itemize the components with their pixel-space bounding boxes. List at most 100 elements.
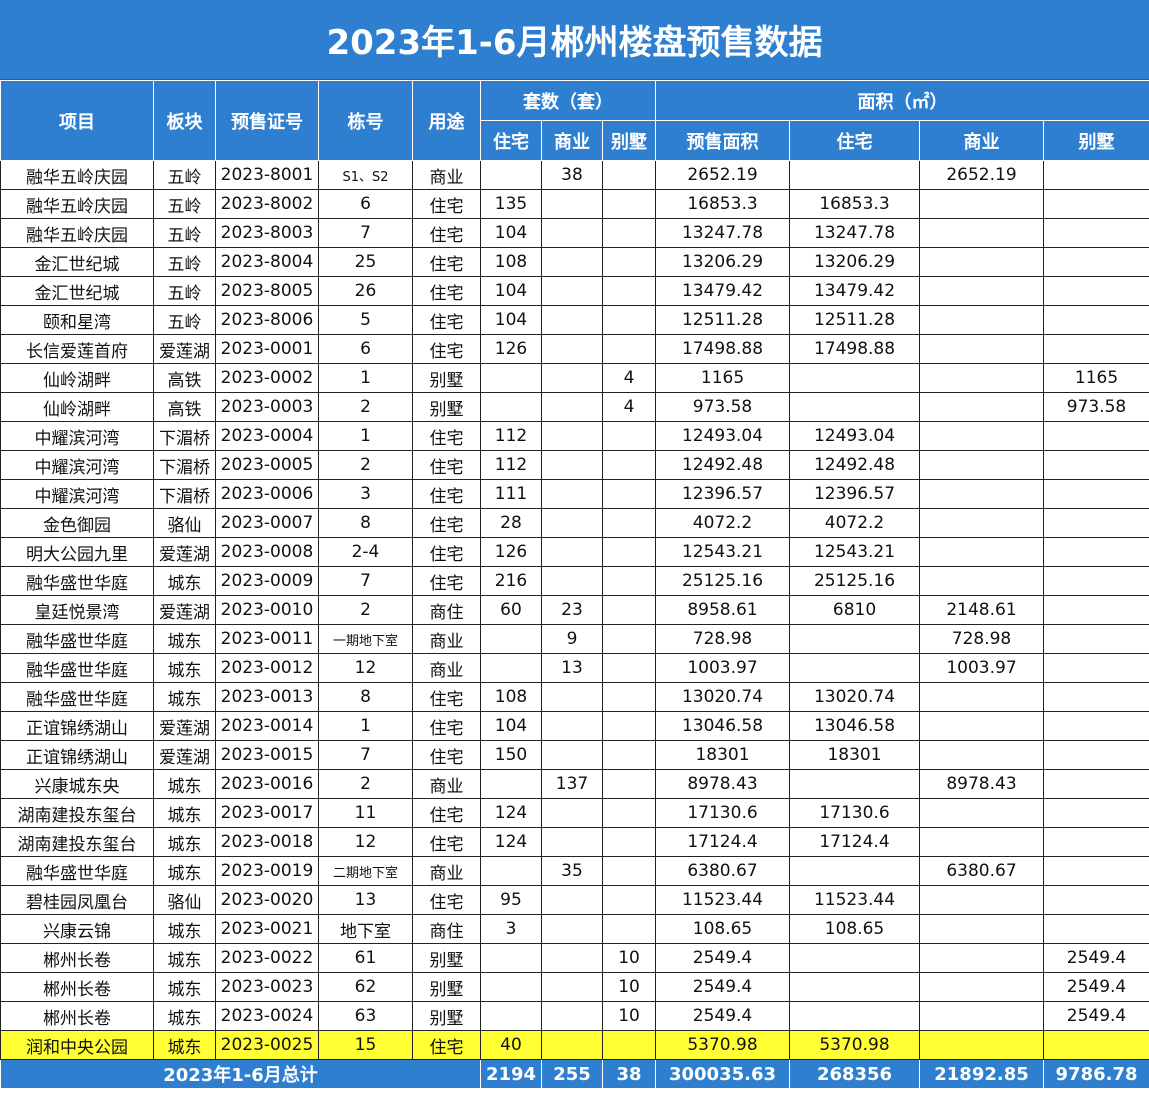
cell-area-com — [919, 914, 1045, 944]
cell-units-com — [541, 972, 603, 1002]
cell-area-villa — [1043, 508, 1149, 538]
cell-area-res: 25125.16 — [789, 566, 921, 596]
cell-permit: 2023-0005 — [215, 450, 319, 480]
cell-units-res — [480, 392, 542, 422]
table-row: 金汇世纪城 五岭 2023-8004 25 住宅 108 13206.29 13206.29 — [0, 247, 1149, 277]
cell-building: 26 — [318, 276, 413, 306]
table-row: 金汇世纪城 五岭 2023-8005 26 住宅 104 13479.42 13479.42 — [0, 276, 1149, 306]
header-area-res: 住宅 — [789, 120, 921, 161]
cell-units-com — [541, 827, 603, 857]
cell-area-res — [789, 856, 921, 886]
cell-building: 61 — [318, 943, 413, 973]
table-row: 金色御园 骆仙 2023-0007 8 住宅 28 4072.2 4072.2 — [0, 508, 1149, 538]
cell-area-res: 108.65 — [789, 914, 921, 944]
cell-area-presale: 12396.57 — [655, 479, 791, 509]
table-row: 融华盛世华庭 城东 2023-0009 7 住宅 216 25125.16 25125.16 — [0, 566, 1149, 596]
total-label: 2023年1-6月总计 — [0, 1059, 481, 1089]
cell-area-villa: 1165 — [1043, 363, 1149, 393]
cell-area-presale: 13479.42 — [655, 276, 791, 306]
header-block: 板块 — [153, 80, 216, 161]
cell-units-res — [480, 653, 542, 683]
cell-block: 城东 — [153, 682, 216, 712]
cell-project: 融华盛世华庭 — [0, 682, 154, 712]
cell-units-villa — [601, 160, 657, 190]
cell-area-villa — [1043, 247, 1149, 277]
cell-building: 2 — [318, 769, 413, 799]
table-row: 长信爱莲首府 爱莲湖 2023-0001 6 住宅 126 17498.88 17498.88 — [0, 334, 1149, 364]
cell-area-com — [919, 1030, 1045, 1060]
cell-permit: 2023-8002 — [215, 189, 319, 219]
cell-area-com — [919, 508, 1045, 538]
cell-units-villa — [601, 189, 657, 219]
cell-units-com — [541, 450, 603, 480]
cell-project: 金汇世纪城 — [0, 276, 154, 306]
total-units-villa: 38 — [601, 1059, 657, 1089]
cell-area-presale: 12492.48 — [655, 450, 791, 480]
cell-units-com: 38 — [541, 160, 603, 190]
cell-units-villa — [601, 247, 657, 277]
cell-block: 五岭 — [153, 189, 216, 219]
cell-usage: 住宅 — [412, 740, 481, 770]
table-row: 兴康城东央 城东 2023-0016 2 商业 137 8978.43 8978.43 — [0, 769, 1149, 799]
cell-project: 融华五岭庆园 — [0, 189, 154, 219]
cell-area-com: 6380.67 — [919, 856, 1045, 886]
cell-project: 颐和星湾 — [0, 305, 154, 335]
cell-block: 五岭 — [153, 160, 216, 190]
cell-area-res: 13206.29 — [789, 247, 921, 277]
cell-project: 融华盛世华庭 — [0, 624, 154, 654]
cell-area-presale: 17130.6 — [655, 798, 791, 828]
cell-project: 融华五岭庆园 — [0, 160, 154, 190]
cell-block: 五岭 — [153, 218, 216, 248]
cell-block: 爱莲湖 — [153, 334, 216, 364]
cell-area-res: 17498.88 — [789, 334, 921, 364]
cell-block: 城东 — [153, 769, 216, 799]
cell-permit: 2023-8004 — [215, 247, 319, 277]
cell-units-res — [480, 856, 542, 886]
cell-area-presale: 728.98 — [655, 624, 791, 654]
cell-usage: 别墅 — [412, 972, 481, 1002]
cell-units-villa — [601, 1030, 657, 1060]
cell-area-villa — [1043, 740, 1149, 770]
cell-area-presale: 2549.4 — [655, 943, 791, 973]
cell-building: S1、S2 — [318, 160, 413, 190]
cell-usage: 住宅 — [412, 421, 481, 451]
cell-permit: 2023-8006 — [215, 305, 319, 335]
table-row: 融华五岭庆园 五岭 2023-8001 S1、S2 商业 38 2652.19 2652.19 — [0, 160, 1149, 190]
cell-units-res — [480, 1001, 542, 1031]
cell-building: 25 — [318, 247, 413, 277]
cell-area-res: 13479.42 — [789, 276, 921, 306]
cell-area-res: 18301 — [789, 740, 921, 770]
cell-units-com — [541, 798, 603, 828]
cell-usage: 别墅 — [412, 1001, 481, 1031]
cell-area-villa — [1043, 798, 1149, 828]
cell-area-res: 12511.28 — [789, 305, 921, 335]
cell-area-villa — [1043, 595, 1149, 625]
cell-usage: 住宅 — [412, 1030, 481, 1060]
table-row: 郴州长卷 城东 2023-0024 63 别墅 10 2549.4 2549.4 — [0, 1001, 1149, 1031]
cell-area-res — [789, 1001, 921, 1031]
table-row: 融华盛世华庭 城东 2023-0011 一期地下室 商业 9 728.98 728.98 — [0, 624, 1149, 654]
cell-units-res: 104 — [480, 218, 542, 248]
cell-building: 8 — [318, 508, 413, 538]
cell-area-com: 1003.97 — [919, 653, 1045, 683]
cell-area-presale: 8958.61 — [655, 595, 791, 625]
cell-usage: 别墅 — [412, 392, 481, 422]
table-row: 仙岭湖畔 高铁 2023-0003 2 别墅 4 973.58 973.58 — [0, 392, 1149, 422]
cell-area-res: 6810 — [789, 595, 921, 625]
cell-area-com — [919, 392, 1045, 422]
cell-area-com: 2148.61 — [919, 595, 1045, 625]
cell-area-res — [789, 769, 921, 799]
cell-area-com — [919, 1001, 1045, 1031]
table-row: 融华盛世华庭 城东 2023-0013 8 住宅 108 13020.74 13020.74 — [0, 682, 1149, 712]
cell-block: 骆仙 — [153, 885, 216, 915]
cell-area-res: 12493.04 — [789, 421, 921, 451]
cell-permit: 2023-8001 — [215, 160, 319, 190]
cell-usage: 别墅 — [412, 363, 481, 393]
cell-units-com: 35 — [541, 856, 603, 886]
cell-block: 城东 — [153, 624, 216, 654]
cell-units-com: 9 — [541, 624, 603, 654]
cell-area-villa — [1043, 827, 1149, 857]
header-units-com: 商业 — [541, 120, 603, 161]
cell-building: 12 — [318, 827, 413, 857]
cell-units-villa — [601, 740, 657, 770]
